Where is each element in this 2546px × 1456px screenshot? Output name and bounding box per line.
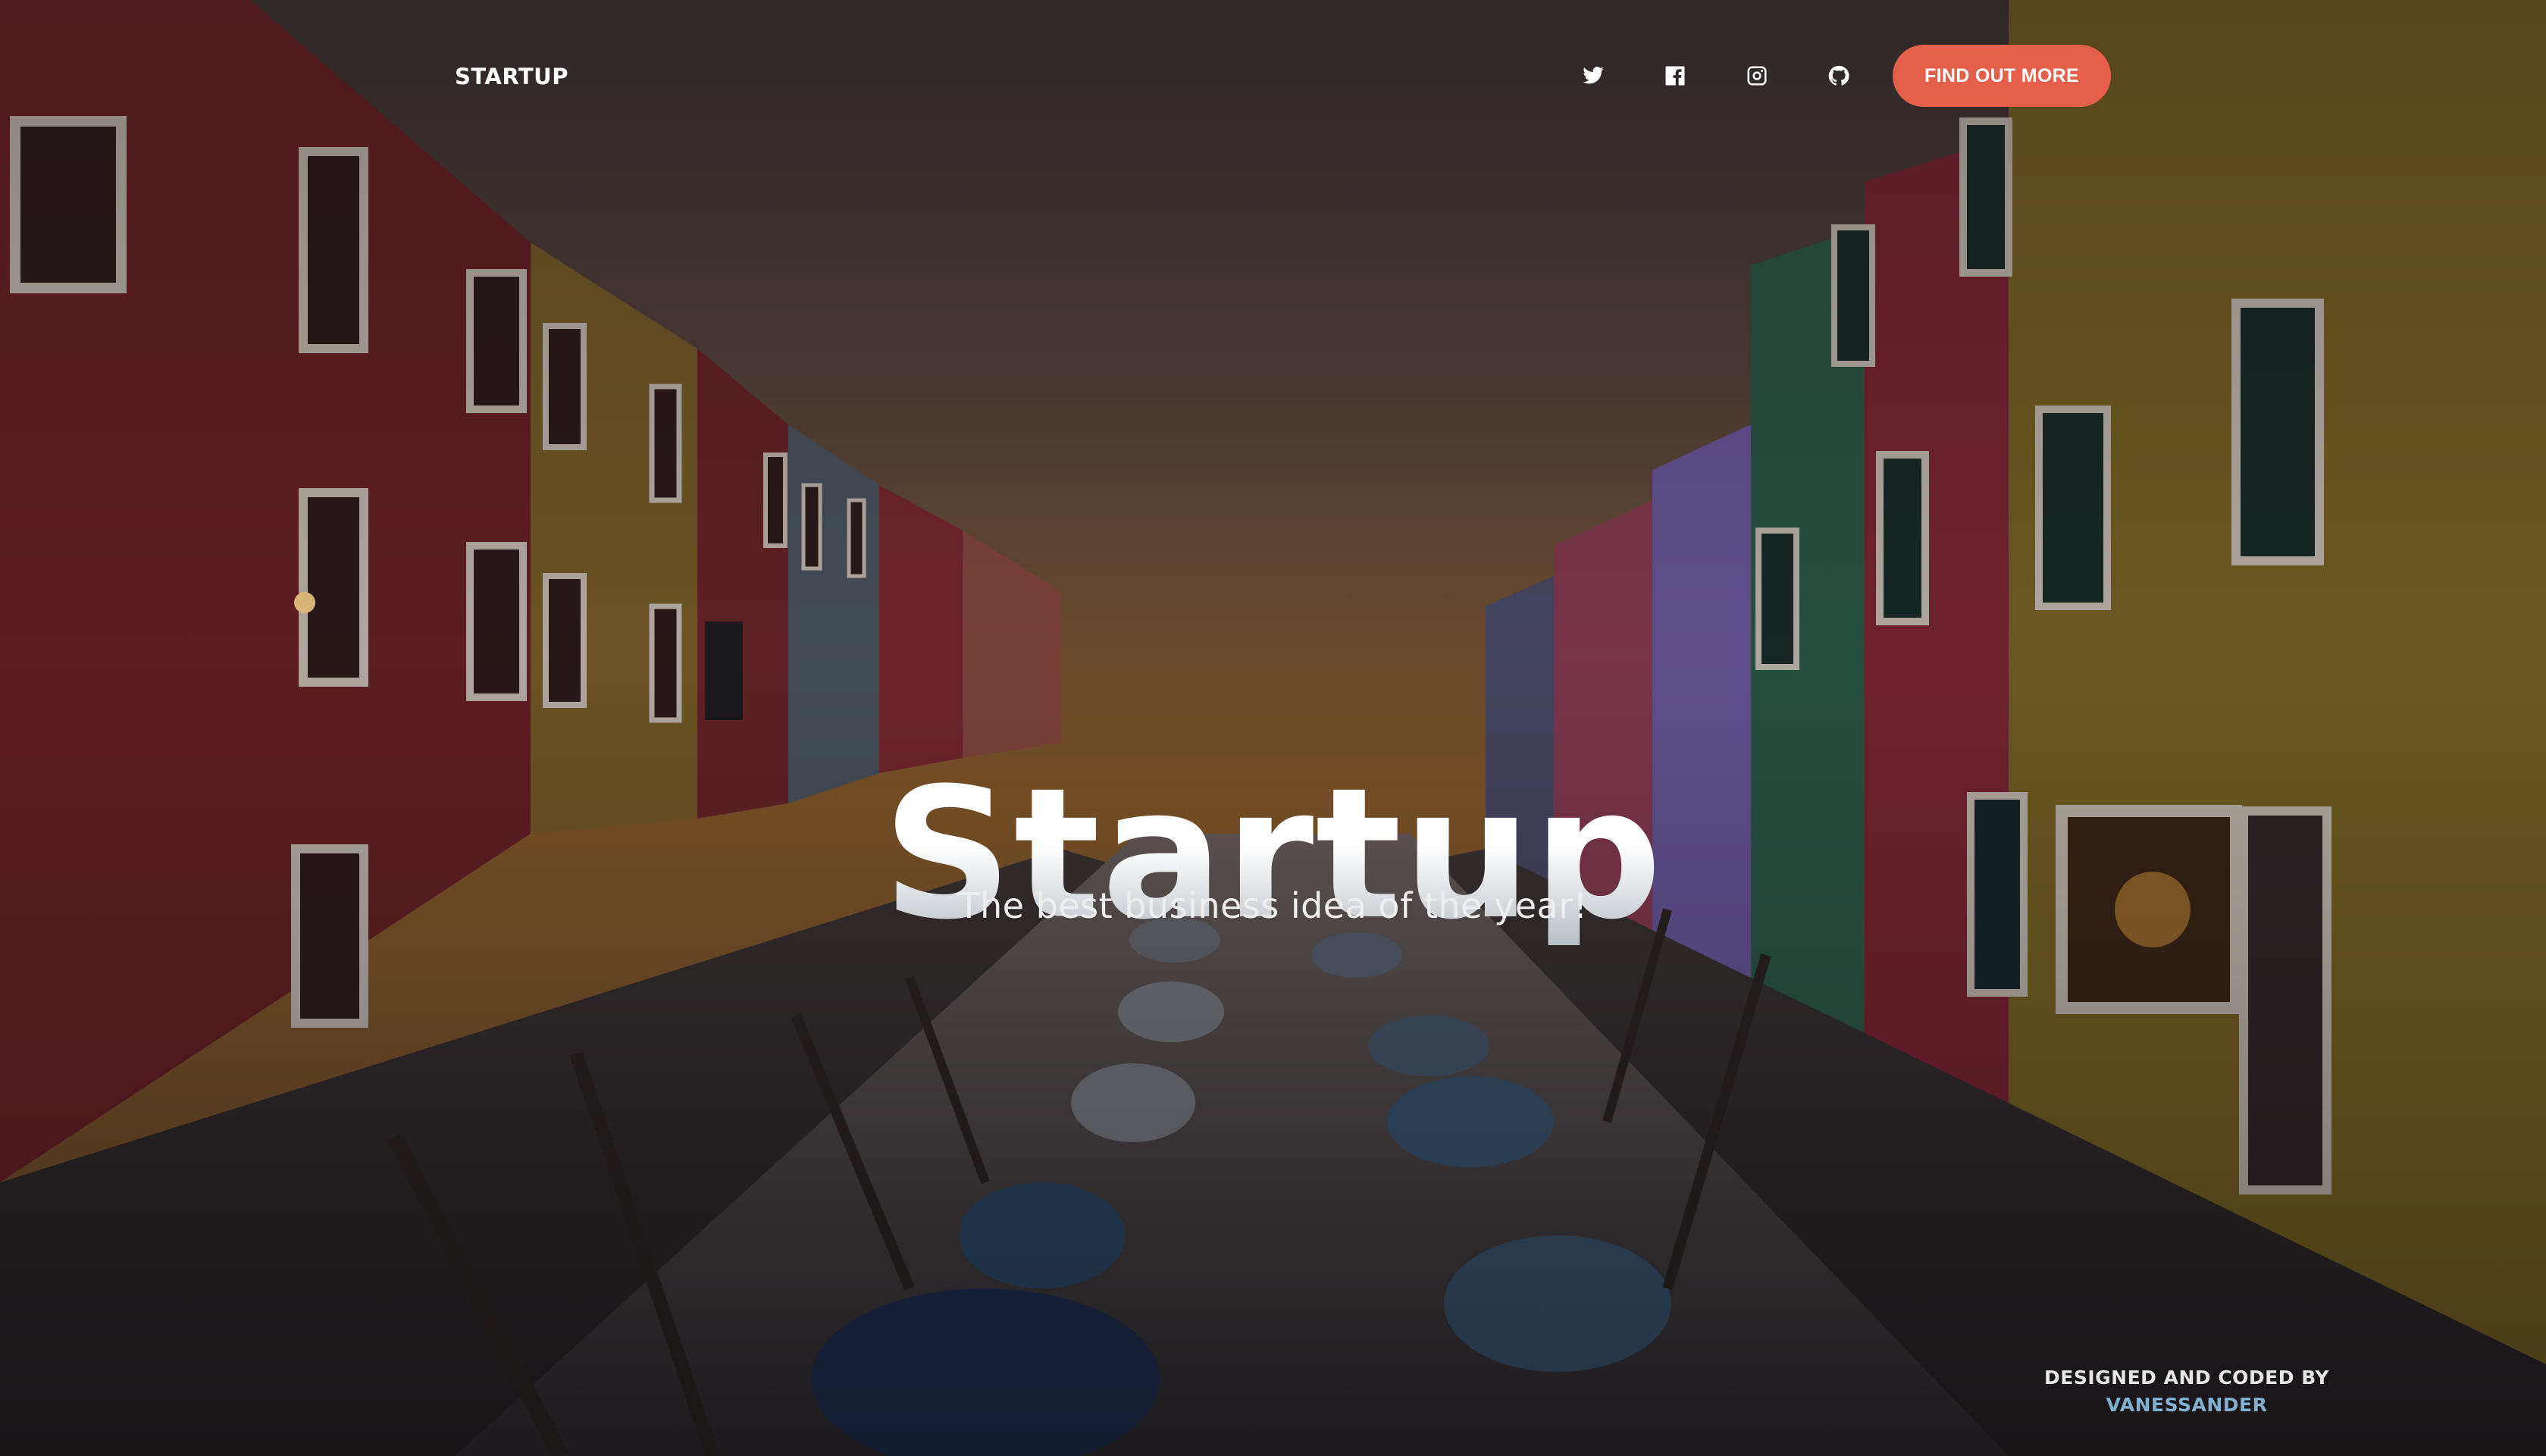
instagram-icon <box>1747 66 1767 86</box>
footer-credit: DESIGNED AND CODED BY VANESSANDER <box>2016 1364 2357 1419</box>
facebook-link[interactable] <box>1658 59 1692 92</box>
top-navbar: STARTUP FIND OUT MORE <box>0 0 2546 152</box>
hero-subtitle: The best business idea of the year! <box>958 885 1588 926</box>
brand-logo-link[interactable]: STARTUP <box>455 64 568 89</box>
credit-label: DESIGNED AND CODED BY <box>2043 1367 2329 1389</box>
twitter-link[interactable] <box>1577 59 1610 92</box>
instagram-link[interactable] <box>1740 59 1774 92</box>
github-link[interactable] <box>1822 59 1855 92</box>
find-out-more-button[interactable]: FIND OUT MORE <box>1893 45 2111 107</box>
facebook-icon <box>1665 66 1685 86</box>
landing-page: STARTUP FIND OUT MORE Startup The best b… <box>0 0 2546 1456</box>
dark-overlay <box>0 0 2546 1456</box>
credit-author-link[interactable]: VANESSANDER <box>2016 1392 2357 1419</box>
github-icon <box>1828 65 1849 86</box>
twitter-icon <box>1583 67 1604 84</box>
